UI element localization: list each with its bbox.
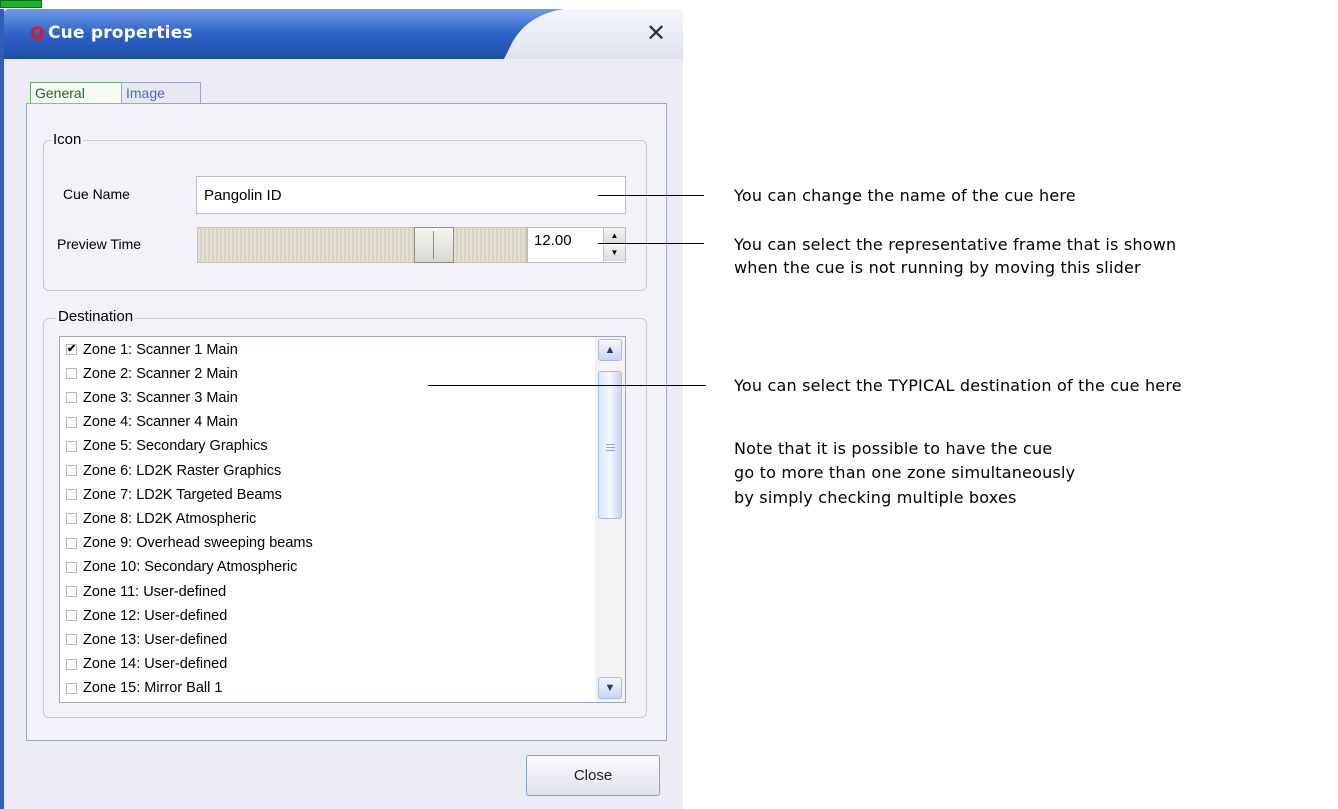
checkbox[interactable] [66,465,77,476]
list-item[interactable]: Zone 9: Overhead sweeping beams [66,533,313,554]
list-item[interactable]: Zone 4: Scanner 4 Main [66,412,238,433]
list-item[interactable]: Zone 6: LD2K Raster Graphics [66,460,281,481]
zone-label: Zone 9: Overhead sweeping beams [83,535,313,552]
checkbox[interactable] [66,586,77,597]
icon-group [43,140,647,291]
zone-label: Zone 2: Scanner 2 Main [83,365,238,382]
preview-time-value: 12.00 [534,232,572,249]
checkbox[interactable] [66,537,77,549]
annotation-line-slider [598,243,704,244]
zone-label: Zone 8: LD2K Atmospheric [83,510,257,527]
cue-name-input[interactable]: Pangolin ID [196,176,626,214]
window-title: Cue properties [48,23,193,43]
annotation-name: You can change the name of the cue here [734,186,1076,205]
checkbox[interactable] [66,561,77,573]
list-item[interactable]: Zone 15: Mirror Ball 1 [66,678,222,699]
icon-group-legend: Icon [51,131,84,148]
zone-label: Zone 3: Scanner 3 Main [83,389,238,406]
annotation-multi-1: Note that it is possible to have the cue [734,439,1053,458]
annotation-destination: You can select the TYPICAL destination o… [734,376,1182,395]
scroll-thumb[interactable] [598,371,622,519]
taskbar-tab [0,0,42,8]
checkbox[interactable] [66,440,77,452]
zone-label: Zone 14: User-defined [83,656,228,673]
list-item[interactable]: Zone 11: User-defined [66,581,226,602]
checkbox-checked[interactable]: ✔ [66,344,77,355]
zone-label: Zone 12: User-defined [83,607,228,624]
spin-down-icon[interactable]: ▼ [603,245,625,261]
zone-label: Zone 10: Secondary Atmospheric [83,559,298,576]
annotation-line-name [598,195,704,196]
preview-time-slider[interactable] [197,227,527,263]
tab-image[interactable]: Image [121,82,201,104]
list-item[interactable]: ✔ Zone 1: Scanner 1 Main [66,339,238,360]
preview-time-spinner[interactable]: 12.00 ▲ ▼ [527,227,626,263]
checkbox[interactable] [66,392,77,404]
vertical-scrollbar[interactable]: ▲ ▼ [595,337,625,702]
scroll-down-icon[interactable]: ▼ [598,677,622,699]
list-item[interactable]: Zone 5: Secondary Graphics [66,436,268,457]
checkbox[interactable] [66,634,77,646]
list-item[interactable]: Zone 13: User-defined [66,629,227,650]
zone-label: Zone 13: User-defined [83,631,228,648]
annotation-slider-1: You can select the representative frame … [734,235,1177,254]
list-item[interactable]: Zone 3: Scanner 3 Main [66,387,238,408]
tab-general[interactable]: General [30,82,122,104]
zone-label: Zone 7: LD2K Targeted Beams [83,486,282,503]
cue-name-label: Cue Name [63,186,130,202]
zone-label: Zone 11: User-defined [83,583,227,600]
zone-label: Zone 4: Scanner 4 Main [83,414,238,431]
list-item[interactable]: Zone 12: User-defined [66,605,227,626]
close-icon[interactable]: ✕ [646,21,666,45]
annotation-line-destination [428,385,706,386]
list-item[interactable]: Zone 7: LD2K Targeted Beams [66,484,282,505]
checkbox[interactable] [66,489,77,501]
slider-thumb[interactable] [414,227,454,263]
checkbox[interactable] [66,513,77,525]
grip-icon [606,444,615,445]
checkbox[interactable] [66,682,77,694]
destination-group-legend: Destination [56,308,136,325]
zone-label: Zone 5: Secondary Graphics [83,438,268,455]
title-bar[interactable]: Q Cue properties ✕ [4,9,683,59]
checkbox[interactable] [66,368,77,380]
checkbox[interactable] [66,658,77,670]
spin-up-icon[interactable]: ▲ [603,228,625,244]
checkbox[interactable] [66,416,77,428]
checkbox[interactable] [66,610,77,622]
list-item[interactable]: Zone 10: Secondary Atmospheric [66,557,297,578]
app-logo-icon: Q [30,24,45,44]
annotation-multi-3: by simply checking multiple boxes [734,488,1017,507]
scroll-up-icon[interactable]: ▲ [598,339,622,361]
zone-label: Zone 1: Scanner 1 Main [83,341,238,358]
list-item[interactable]: Zone 14: User-defined [66,654,227,675]
annotation-slider-2: when the cue is not running by moving th… [734,258,1141,277]
destination-zone-list[interactable]: ✔ Zone 1: Scanner 1 Main Zone 2: Scanner 2… [59,336,626,703]
zone-label: Zone 15: Mirror Ball 1 [83,680,223,697]
preview-time-label: Preview Time [57,236,142,252]
annotation-multi-2: go to more than one zone simultaneously [734,463,1076,482]
zone-label: Zone 6: LD2K Raster Graphics [83,462,282,479]
list-item[interactable]: Zone 2: Scanner 2 Main [66,363,238,384]
close-button[interactable]: Close [526,755,660,796]
list-item[interactable]: Zone 8: LD2K Atmospheric [66,508,256,529]
